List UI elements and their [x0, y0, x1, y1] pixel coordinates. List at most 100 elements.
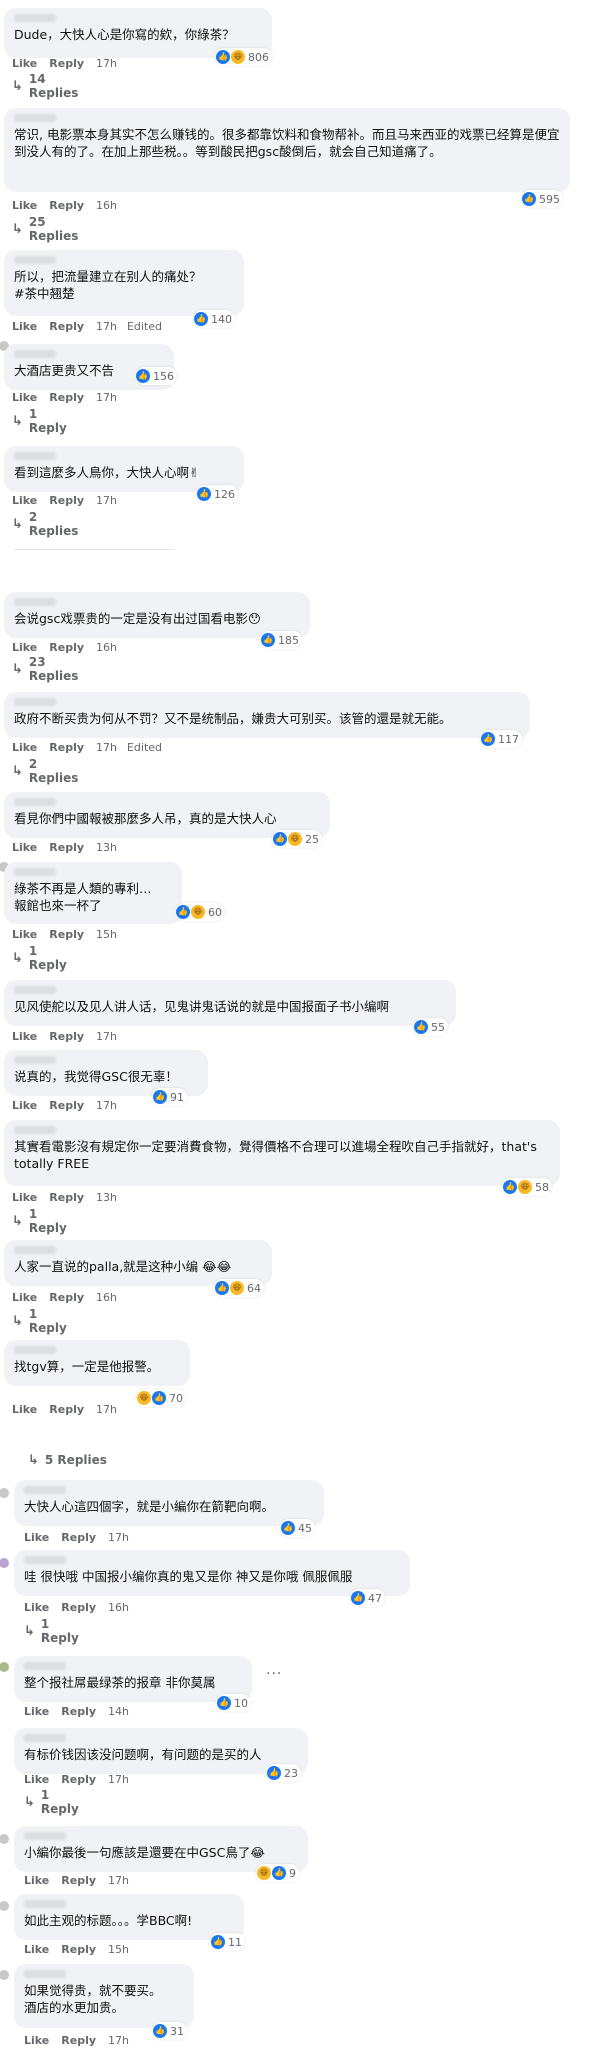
like-button[interactable]: Like — [12, 1191, 37, 1204]
view-replies-button[interactable]: ↳ 1 Reply — [24, 1788, 79, 1816]
author-name[interactable] — [24, 1900, 66, 1908]
reply-button[interactable]: Reply — [49, 641, 84, 654]
author-name[interactable] — [14, 114, 56, 122]
reaction-summary[interactable]: 👍 😆 60 — [175, 903, 225, 921]
like-button[interactable]: Like — [12, 1403, 37, 1416]
reply-button[interactable]: Reply — [49, 928, 84, 941]
reply-button[interactable]: Reply — [49, 391, 84, 404]
like-button[interactable]: Like — [12, 320, 37, 333]
reply-button[interactable]: Reply — [49, 57, 84, 70]
author-name[interactable] — [24, 1734, 66, 1742]
like-button[interactable]: Like — [12, 641, 37, 654]
like-button[interactable]: Like — [24, 1773, 49, 1786]
reaction-summary[interactable]: 👍 😆 806 — [215, 48, 272, 66]
timestamp[interactable]: 16h — [96, 1291, 117, 1304]
reaction-summary[interactable]: 😆 👍 9 — [256, 1864, 299, 1882]
like-button[interactable]: Like — [24, 1705, 49, 1718]
timestamp[interactable]: 17h — [108, 1874, 129, 1887]
reaction-summary[interactable]: 👍 10 — [216, 1694, 251, 1712]
timestamp[interactable]: 17h — [96, 1030, 117, 1043]
avatar[interactable] — [0, 1834, 9, 1844]
view-replies-button[interactable]: ↳ 25 Replies — [12, 215, 78, 243]
reaction-summary[interactable]: 👍 23 — [266, 1764, 301, 1782]
view-replies-button[interactable]: ↳ 14 Replies — [12, 72, 78, 100]
timestamp[interactable]: 17h — [96, 1403, 117, 1416]
view-replies-button[interactable]: ↳ 2 Replies — [12, 510, 78, 538]
reply-button[interactable]: Reply — [61, 1531, 96, 1544]
like-button[interactable]: Like — [12, 1030, 37, 1043]
author-name[interactable] — [14, 1346, 56, 1354]
like-button[interactable]: Like — [12, 928, 37, 941]
reply-button[interactable]: Reply — [61, 1705, 96, 1718]
timestamp[interactable]: 17h — [108, 2034, 129, 2047]
reaction-summary[interactable]: 😆 👍 70 — [136, 1389, 186, 1407]
author-name[interactable] — [14, 1126, 56, 1134]
timestamp[interactable]: 16h — [96, 641, 117, 654]
timestamp[interactable]: 15h — [108, 1943, 129, 1956]
reaction-summary[interactable]: 👍 😆 58 — [502, 1178, 552, 1196]
reply-button[interactable]: Reply — [49, 1030, 84, 1043]
reaction-summary[interactable]: 👍 😆 25 — [272, 830, 322, 848]
reply-button[interactable]: Reply — [49, 494, 84, 507]
reaction-summary[interactable]: 👍 11 — [210, 1933, 245, 1951]
like-button[interactable]: Like — [24, 1601, 49, 1614]
like-button[interactable]: Like — [24, 2034, 49, 2047]
author-name[interactable] — [14, 798, 56, 806]
timestamp[interactable]: 17h — [96, 494, 117, 507]
reply-button[interactable]: Reply — [61, 1874, 96, 1887]
reaction-summary[interactable]: 👍 156 — [135, 367, 177, 385]
timestamp[interactable]: 16h — [96, 199, 117, 212]
timestamp[interactable]: 14h — [108, 1705, 129, 1718]
like-button[interactable]: Like — [12, 741, 37, 754]
avatar[interactable] — [0, 1558, 9, 1568]
author-name[interactable] — [14, 986, 56, 994]
reply-button[interactable]: Reply — [49, 1403, 84, 1416]
avatar[interactable] — [0, 1662, 9, 1672]
like-button[interactable]: Like — [12, 841, 37, 854]
author-name[interactable] — [24, 1556, 66, 1564]
view-replies-button[interactable]: ↳ 2 Replies — [12, 757, 78, 785]
reaction-summary[interactable]: 👍 😆 64 — [214, 1279, 264, 1297]
reaction-summary[interactable]: 👍 595 — [521, 190, 563, 208]
reply-button[interactable]: Reply — [49, 841, 84, 854]
avatar[interactable] — [0, 1970, 9, 1980]
more-options-icon[interactable]: ··· — [266, 1666, 282, 1682]
reaction-summary[interactable]: 👍 117 — [480, 730, 522, 748]
view-replies-button[interactable]: ↳ 1 Reply — [12, 944, 67, 972]
author-name[interactable] — [14, 1246, 56, 1254]
view-replies-button[interactable]: ↳ 5 Replies — [28, 1452, 107, 1468]
timestamp[interactable]: 13h — [96, 841, 117, 854]
timestamp[interactable]: 17h — [108, 1773, 129, 1786]
view-replies-button[interactable]: ↳ 1 Reply — [12, 1207, 67, 1235]
like-button[interactable]: Like — [12, 1291, 37, 1304]
reaction-summary[interactable]: 👍 47 — [350, 1589, 385, 1607]
avatar[interactable] — [0, 1488, 9, 1498]
timestamp[interactable]: 15h — [96, 928, 117, 941]
like-button[interactable]: Like — [12, 494, 37, 507]
reaction-summary[interactable]: 👍 55 — [413, 1018, 448, 1036]
author-name[interactable] — [14, 256, 56, 264]
like-button[interactable]: Like — [24, 1943, 49, 1956]
author-name[interactable] — [14, 350, 56, 358]
like-button[interactable]: Like — [24, 1874, 49, 1887]
timestamp[interactable]: 17h — [96, 741, 117, 754]
view-replies-button[interactable]: ↳ 1 Reply — [12, 407, 67, 435]
reaction-summary[interactable]: 👍 140 — [193, 310, 235, 328]
author-name[interactable] — [14, 14, 56, 22]
reaction-summary[interactable]: 👍 31 — [152, 2022, 187, 2040]
author-name[interactable] — [24, 1832, 66, 1840]
reply-button[interactable]: Reply — [61, 1943, 96, 1956]
reply-button[interactable]: Reply — [49, 199, 84, 212]
timestamp[interactable]: 16h — [108, 1601, 129, 1614]
like-button[interactable]: Like — [12, 1099, 37, 1112]
reply-button[interactable]: Reply — [61, 1773, 96, 1786]
like-button[interactable]: Like — [12, 199, 37, 212]
like-button[interactable]: Like — [12, 391, 37, 404]
timestamp[interactable]: 17h — [96, 1099, 117, 1112]
reaction-summary[interactable]: 👍 91 — [152, 1088, 187, 1106]
author-name[interactable] — [14, 868, 56, 876]
reply-button[interactable]: Reply — [49, 1291, 84, 1304]
view-replies-button[interactable]: ↳ 1 Reply — [24, 1617, 79, 1645]
reaction-summary[interactable]: 👍 45 — [280, 1519, 315, 1537]
author-name[interactable] — [14, 452, 56, 460]
